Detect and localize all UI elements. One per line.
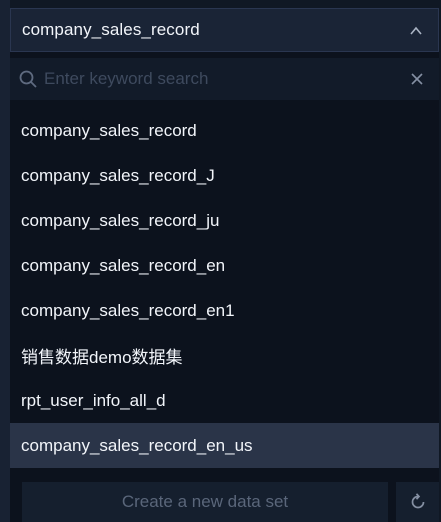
dataset-select: company_sales_record company_sales_recor… xyxy=(10,8,439,522)
list-item[interactable]: 销售数据demo数据集 xyxy=(10,333,439,378)
chevron-up-icon[interactable] xyxy=(408,23,424,39)
search-bar xyxy=(10,58,439,100)
select-trigger[interactable]: company_sales_record xyxy=(10,8,439,52)
background-panel xyxy=(0,0,10,522)
dropdown-footer: Create a new data set xyxy=(10,473,439,522)
page: company_sales_record company_sales_recor… xyxy=(0,0,441,522)
refresh-button[interactable] xyxy=(396,482,439,522)
list-item[interactable]: rpt_user_info_all_d xyxy=(10,378,439,423)
list-item[interactable]: company_sales_record xyxy=(10,108,439,153)
refresh-icon xyxy=(411,493,424,509)
select-value: company_sales_record xyxy=(22,20,200,39)
search-input[interactable] xyxy=(44,64,374,94)
close-icon[interactable] xyxy=(409,71,425,87)
create-dataset-button[interactable]: Create a new data set xyxy=(22,482,388,522)
options-list: company_sales_record company_sales_recor… xyxy=(10,108,439,468)
search-icon xyxy=(19,70,37,88)
list-item[interactable]: company_sales_record_en xyxy=(10,243,439,288)
list-item-selected[interactable]: company_sales_record_en_us xyxy=(10,423,439,468)
list-item[interactable]: company_sales_record_ju xyxy=(10,198,439,243)
list-item[interactable]: company_sales_record_en1 xyxy=(10,288,439,333)
dropdown-panel: company_sales_record company_sales_recor… xyxy=(10,52,439,522)
list-item[interactable]: company_sales_record_J xyxy=(10,153,439,198)
